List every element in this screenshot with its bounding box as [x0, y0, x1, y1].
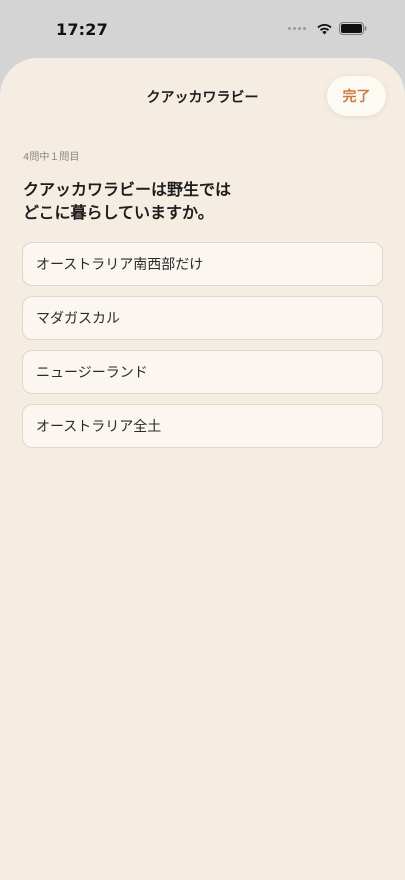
status-time: 17:27 [56, 20, 108, 39]
quiz-sheet: クアッカワラビー 完了 4問中１問目 クアッカワラビーは野生では どこに暮らして… [0, 58, 405, 880]
cellular-signal-icon [288, 27, 306, 30]
answer-option[interactable]: マダガスカル [22, 296, 383, 340]
done-button[interactable]: 完了 [327, 76, 386, 116]
status-icons [288, 22, 367, 35]
question-text: クアッカワラビーは野生では どこに暮らしていますか。 [23, 178, 343, 224]
answer-option[interactable]: ニュージーランド [22, 350, 383, 394]
quiz-progress: 4問中１問目 [23, 152, 80, 163]
status-bar: 17:27 [0, 0, 405, 58]
battery-icon [339, 22, 367, 35]
answer-option[interactable]: オーストラリア全土 [22, 404, 383, 448]
answer-option[interactable]: オーストラリア南西部だけ [22, 242, 383, 286]
wifi-icon [317, 23, 332, 34]
question-line-1: クアッカワラビーは野生では [23, 180, 232, 199]
answer-options: オーストラリア南西部だけ マダガスカル ニュージーランド オーストラリア全土 [22, 242, 383, 458]
question-line-2: どこに暮らしていますか。 [23, 203, 214, 222]
